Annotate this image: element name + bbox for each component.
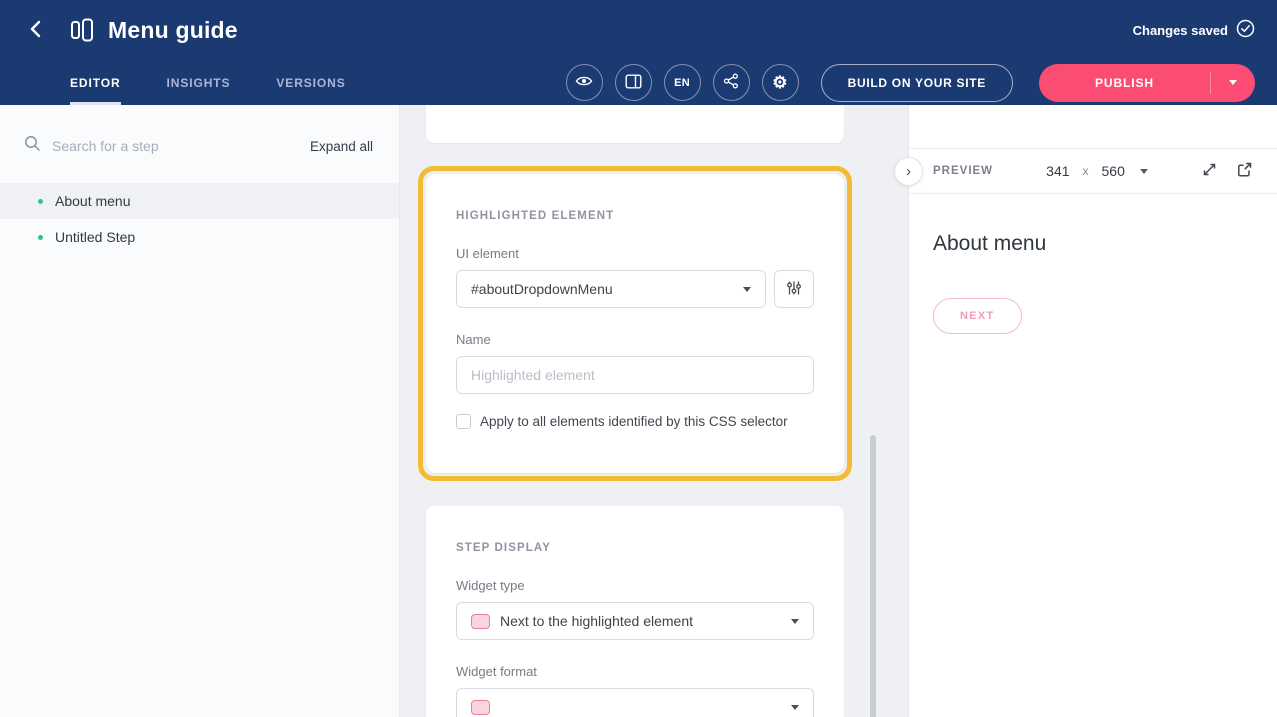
- layout-icon: [625, 74, 642, 92]
- preview-eye-button[interactable]: [566, 64, 603, 101]
- share-icon: [723, 73, 739, 92]
- sidebar-item-untitled-step[interactable]: Untitled Step: [0, 219, 399, 255]
- widget-type-row: Next to the highlighted element: [456, 602, 814, 640]
- highlighted-selection-ring: HIGHLIGHTED ELEMENT UI element #aboutDro…: [418, 166, 852, 481]
- step-search-row: Expand all: [0, 105, 399, 183]
- preview-width-value: 341: [1046, 163, 1069, 179]
- highlighted-element-name-input[interactable]: [456, 356, 814, 394]
- share-button[interactable]: [713, 64, 750, 101]
- page-title: Menu guide: [108, 17, 238, 44]
- expand-icon: [1201, 161, 1218, 181]
- publish-button[interactable]: PUBLISH: [1039, 64, 1210, 102]
- app-root: Menu guide Changes saved EDITOR INSIGHTS…: [0, 0, 1277, 717]
- ui-element-row: #aboutDropdownMenu: [456, 270, 814, 308]
- collapse-preview-button[interactable]: ›: [894, 157, 923, 186]
- step-display-card: STEP DISPLAY Widget type Next to the hig…: [426, 506, 844, 717]
- chevron-down-icon: [1229, 80, 1237, 85]
- top-bar: Menu guide Changes saved EDITOR INSIGHTS…: [0, 0, 1277, 105]
- app-logo-icon: [70, 18, 96, 42]
- gear-icon: ⚙: [772, 74, 788, 91]
- name-label: Name: [456, 332, 814, 347]
- expand-all-button[interactable]: Expand all: [310, 139, 373, 154]
- preview-size-dropdown[interactable]: 341 x 560: [993, 163, 1201, 179]
- step-label: Untitled Step: [55, 229, 135, 245]
- sidebar-item-about-menu[interactable]: About menu: [0, 183, 399, 219]
- widget-format-select[interactable]: [456, 688, 814, 717]
- preview-next-button[interactable]: NEXT: [933, 298, 1022, 334]
- tab-insights-label: INSIGHTS: [167, 76, 231, 90]
- external-link-icon: [1236, 161, 1253, 181]
- steps-sidebar: Expand all About menu Untitled Step: [0, 105, 400, 717]
- widget-type-label: Widget type: [456, 578, 814, 593]
- preview-height-value: 560: [1102, 163, 1125, 179]
- tab-versions-label: VERSIONS: [276, 76, 345, 90]
- canvas-scrollbar[interactable]: [870, 435, 876, 717]
- tab-insights[interactable]: INSIGHTS: [167, 60, 231, 105]
- settings-button[interactable]: ⚙: [762, 64, 799, 101]
- save-status: Changes saved: [1133, 19, 1255, 41]
- apply-all-checkbox[interactable]: [456, 414, 471, 429]
- highlighted-element-card: HIGHLIGHTED ELEMENT UI element #aboutDro…: [426, 174, 844, 473]
- size-separator: x: [1083, 164, 1089, 178]
- widget-format-row: [456, 688, 814, 717]
- chevron-down-icon: [791, 619, 799, 624]
- preview-header: PREVIEW 341 x 560: [909, 148, 1277, 194]
- eye-icon: [575, 74, 593, 91]
- widget-type-value: Next to the highlighted element: [500, 613, 693, 629]
- preview-panel: › PREVIEW 341 x 560: [908, 105, 1277, 717]
- build-on-your-site-button[interactable]: BUILD ON YOUR SITE: [821, 64, 1013, 102]
- language-label: EN: [674, 77, 690, 89]
- widget-type-select[interactable]: Next to the highlighted element: [456, 602, 814, 640]
- step-status-dot: [38, 199, 43, 204]
- step-status-dot: [38, 235, 43, 240]
- apply-all-row: Apply to all elements identified by this…: [456, 414, 814, 429]
- publish-button-group: PUBLISH: [1039, 64, 1255, 102]
- open-external-button[interactable]: [1236, 161, 1253, 181]
- preview-title: PREVIEW: [933, 165, 993, 177]
- partial-card-above: [426, 105, 844, 143]
- top-bar-row1: Menu guide Changes saved: [24, 0, 1255, 60]
- selector-settings-button[interactable]: [774, 270, 814, 308]
- tab-versions[interactable]: VERSIONS: [276, 60, 345, 105]
- language-button[interactable]: EN: [664, 64, 701, 101]
- preview-step-heading: About menu: [933, 232, 1253, 256]
- top-bar-row2: EDITOR INSIGHTS VERSIONS: [24, 60, 1255, 105]
- chevron-left-icon: [28, 20, 44, 41]
- layout-panel-button[interactable]: [615, 64, 652, 101]
- preview-header-icons: [1201, 161, 1253, 181]
- chevron-right-icon: ›: [906, 163, 911, 180]
- settings-card-column: HIGHLIGHTED ELEMENT UI element #aboutDro…: [426, 105, 844, 717]
- main-tabs: EDITOR INSIGHTS VERSIONS: [70, 60, 346, 105]
- section-title: HIGHLIGHTED ELEMENT: [456, 174, 814, 222]
- check-circle-icon: [1236, 19, 1255, 41]
- app-body: Expand all About menu Untitled Step HIGH…: [0, 105, 1277, 717]
- sliders-icon: [786, 280, 802, 299]
- widget-format-label: Widget format: [456, 664, 814, 679]
- fullscreen-button[interactable]: [1201, 161, 1218, 181]
- tab-editor-label: EDITOR: [70, 76, 121, 90]
- step-label: About menu: [55, 193, 131, 209]
- publish-dropdown-button[interactable]: [1211, 64, 1255, 102]
- apply-all-label[interactable]: Apply to all elements identified by this…: [480, 414, 788, 429]
- back-button[interactable]: [24, 16, 48, 45]
- widget-shape-icon: [471, 700, 490, 715]
- widget-shape-icon: [471, 614, 490, 629]
- tab-editor[interactable]: EDITOR: [70, 60, 121, 105]
- chevron-down-icon: [743, 287, 751, 292]
- editor-canvas: HIGHLIGHTED ELEMENT UI element #aboutDro…: [400, 105, 908, 717]
- ui-element-value: #aboutDropdownMenu: [471, 281, 613, 297]
- preview-body: About menu NEXT: [909, 194, 1277, 372]
- save-status-label: Changes saved: [1133, 23, 1228, 38]
- top-actions: EN ⚙ BUILD ON: [566, 64, 1255, 102]
- ui-element-select[interactable]: #aboutDropdownMenu: [456, 270, 766, 308]
- ui-element-label: UI element: [456, 246, 814, 261]
- chevron-down-icon: [1140, 169, 1148, 174]
- step-search-input[interactable]: [52, 138, 299, 154]
- section-title: STEP DISPLAY: [456, 506, 814, 554]
- search-icon: [24, 135, 41, 157]
- chevron-down-icon: [791, 705, 799, 710]
